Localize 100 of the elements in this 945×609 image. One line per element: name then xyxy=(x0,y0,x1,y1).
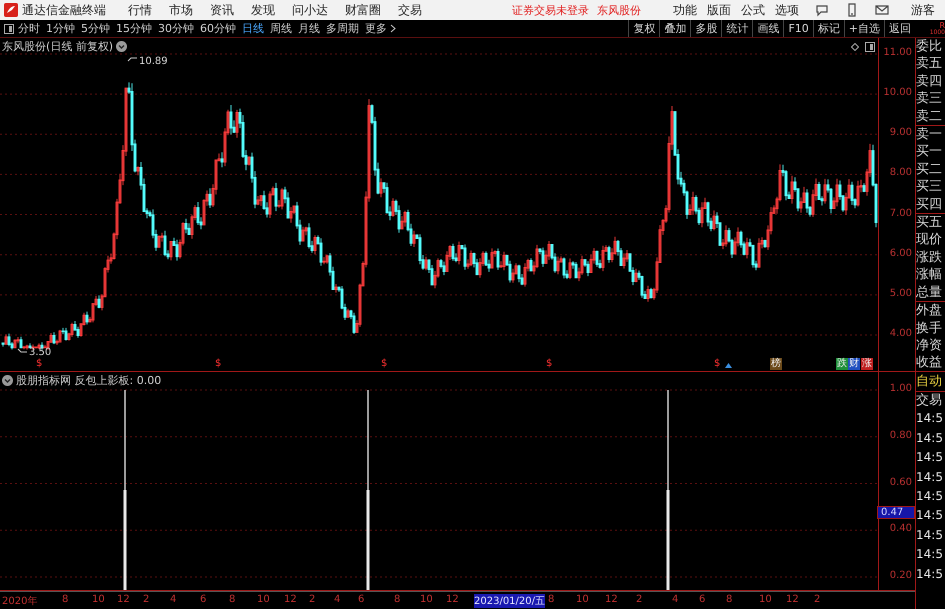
quote-label: 外盘 xyxy=(916,301,945,320)
axis-label: 5.00 xyxy=(890,288,912,299)
signal-mark: $ xyxy=(36,358,42,370)
menu-item[interactable]: 选项 xyxy=(775,2,799,18)
quote-label: 买四 xyxy=(916,196,943,214)
cursor-value-label: 0.47 xyxy=(877,506,915,519)
quote-label: 卖一 xyxy=(916,125,945,144)
quote-label: 卖五 xyxy=(916,55,943,73)
app-title: 通达信金融终端 xyxy=(22,2,106,18)
axis-label: 6.00 xyxy=(890,248,912,259)
cursor-date-label: 2023/01/20/五 xyxy=(474,594,546,608)
period-tab[interactable]: 日线 xyxy=(242,21,264,36)
period-tab[interactable]: 更多 xyxy=(365,21,387,36)
trade-time: 14:5 xyxy=(916,546,944,564)
axis-label: 6 xyxy=(699,594,706,605)
trade-time: 14:5 xyxy=(916,566,944,583)
axis-label: 0.20 xyxy=(890,570,912,581)
signal-mark: $ xyxy=(381,358,388,370)
axis-label: 0.60 xyxy=(890,476,912,488)
axis-label: 0.80 xyxy=(890,430,912,441)
trade-time: 14:5 xyxy=(916,410,944,428)
menu-item[interactable]: 资讯 xyxy=(210,2,234,18)
quote-label: 换手 xyxy=(916,320,943,337)
axis-label: 12 xyxy=(117,594,130,605)
axis-label: 6 xyxy=(200,594,206,605)
axis-label: 10 xyxy=(257,594,270,605)
axis-label: 8 xyxy=(548,594,554,605)
axis-label: 4.00 xyxy=(890,328,912,339)
period-tab[interactable]: 60分钟 xyxy=(200,21,236,36)
axis-label: 7.00 xyxy=(890,208,912,219)
period-tab[interactable]: 分时 xyxy=(18,21,40,36)
quote-label: 买五 xyxy=(916,213,945,232)
period-tab[interactable]: 15分钟 xyxy=(116,21,152,36)
menu-item[interactable]: 市场 xyxy=(169,2,193,18)
axis-label: 9.00 xyxy=(890,127,912,138)
axis-label: 2 xyxy=(636,594,642,605)
axis-label: 10.00 xyxy=(883,87,912,98)
axis-label: 0.40 xyxy=(890,523,912,534)
axis-label: 2 xyxy=(814,594,820,605)
user-label[interactable]: 游客 xyxy=(911,2,935,18)
quote-label: 收益 xyxy=(916,354,943,372)
trade-time: 14:5 xyxy=(916,488,944,506)
period-tab[interactable]: 多周期 xyxy=(326,21,359,36)
quote-label: 卖三 xyxy=(916,90,943,108)
axis-label: 10 xyxy=(759,594,772,605)
chat-icon[interactable] xyxy=(815,3,829,17)
menu-item[interactable]: 功能 xyxy=(673,2,697,18)
menu-item[interactable]: 版面 xyxy=(707,2,731,18)
period-tab[interactable]: 5分钟 xyxy=(81,21,110,36)
menu-item[interactable]: 问小达 xyxy=(292,2,328,18)
indicator-title: 股朋指标网 反包上影板: 0.00 xyxy=(16,373,162,388)
dropdown-icon[interactable] xyxy=(116,41,128,52)
chevron-icon[interactable] xyxy=(390,24,396,33)
trade-time: 14:5 xyxy=(916,449,944,466)
axis-label: 2 xyxy=(143,594,150,605)
panel-toggle-icon[interactable] xyxy=(4,24,14,34)
diamond-icon[interactable] xyxy=(851,43,859,51)
axis-label: 10 xyxy=(92,594,105,605)
stock-link[interactable]: 东风股份 xyxy=(597,2,641,18)
quote-label: 涨幅 xyxy=(916,266,943,284)
menu-item[interactable]: 财富圈 xyxy=(345,2,381,18)
app-logo-icon xyxy=(4,3,18,17)
high-price-label: 10.89 xyxy=(139,56,168,67)
period-tab[interactable]: 周线 xyxy=(270,21,292,36)
signal-badge: 榜 xyxy=(770,358,782,370)
signal-mark: $ xyxy=(215,358,222,370)
period-tab[interactable]: 1分钟 xyxy=(46,21,75,36)
axis-label: 8 xyxy=(394,594,400,605)
axis-label: 1.00 xyxy=(890,383,912,394)
corner-label: R xyxy=(939,22,945,28)
axis-label: 10 xyxy=(420,594,433,605)
quote-label: 卖四 xyxy=(916,72,943,90)
panel-toggle-icon[interactable] xyxy=(865,42,875,52)
period-tab[interactable]: 月线 xyxy=(298,21,320,36)
quote-label: 总量 xyxy=(916,284,943,302)
menu-item[interactable]: 行情 xyxy=(128,2,152,18)
chart-title: 东风股份(日线 前复权) xyxy=(2,39,114,54)
axis-label: 8 xyxy=(726,594,732,605)
axis-label: 8 xyxy=(62,594,68,605)
signal-badge: 跌 xyxy=(836,358,848,370)
trade-time: 14:5 xyxy=(916,507,944,524)
menu-item[interactable]: 公式 xyxy=(741,2,765,18)
menu-item[interactable]: 发现 xyxy=(251,2,275,18)
trade-time: 14:5 xyxy=(916,468,944,486)
axis-label: 8 xyxy=(229,594,236,605)
dropdown-icon[interactable] xyxy=(2,375,13,386)
leader-line xyxy=(128,58,138,62)
axis-label: 6 xyxy=(358,594,364,605)
mode-label[interactable]: 自动 xyxy=(916,372,945,391)
trade-time: 14:5 xyxy=(916,526,944,544)
menu-item[interactable]: 交易 xyxy=(398,2,422,18)
signal-badge: 财 xyxy=(848,358,860,370)
quote-label: 买一 xyxy=(916,143,943,161)
period-tab[interactable]: 30分钟 xyxy=(158,21,194,36)
signal-badge: 涨 xyxy=(861,358,873,370)
mail-icon[interactable] xyxy=(875,3,889,17)
quote-label: 卖二 xyxy=(916,108,943,126)
quote-label: 买三 xyxy=(916,178,943,196)
axis-label: 2 xyxy=(309,594,316,605)
axis-label: 4 xyxy=(170,594,176,605)
